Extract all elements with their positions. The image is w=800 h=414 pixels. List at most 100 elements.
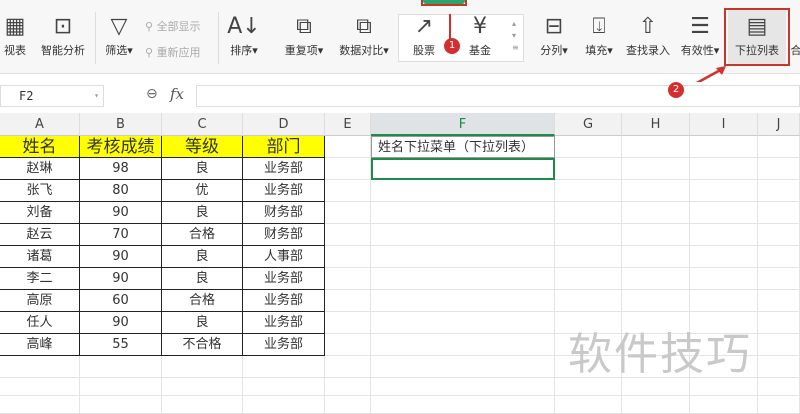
cell[interactable] (243, 356, 325, 378)
cell[interactable]: 合格 (162, 224, 243, 246)
stock-button[interactable]: ↗ 股票 (404, 12, 444, 58)
column-header-d[interactable]: D (243, 113, 325, 136)
cell[interactable] (758, 334, 800, 356)
cell[interactable]: 60 (80, 290, 162, 312)
cell[interactable]: 业务部 (243, 334, 325, 356)
split-column-button[interactable]: ⊟ 分列▾ (536, 12, 572, 58)
table-header-cell[interactable]: 部门 (243, 136, 325, 158)
cell[interactable] (555, 180, 622, 202)
cell[interactable] (555, 246, 622, 268)
cell[interactable] (325, 246, 371, 268)
cell[interactable] (758, 246, 800, 268)
cell[interactable] (758, 356, 800, 378)
cell[interactable] (622, 224, 690, 246)
cell[interactable] (325, 224, 371, 246)
cell[interactable]: 90 (80, 246, 162, 268)
cell[interactable]: 刘备 (0, 202, 80, 224)
cell[interactable]: 90 (80, 268, 162, 290)
cell[interactable] (371, 180, 555, 202)
column-header-g[interactable]: G (555, 113, 622, 136)
cell[interactable]: 财务部 (243, 224, 325, 246)
cell[interactable] (80, 378, 162, 396)
f1-title-cell[interactable]: 姓名下拉菜单（下拉列表） (371, 136, 555, 158)
cell[interactable] (325, 396, 371, 414)
cell[interactable]: 高原 (0, 290, 80, 312)
cell[interactable] (758, 290, 800, 312)
table-header-cell[interactable]: 考核成绩 (80, 136, 162, 158)
cell[interactable] (622, 396, 690, 414)
cell[interactable] (690, 180, 758, 202)
cell[interactable] (371, 312, 555, 334)
cell[interactable] (371, 224, 555, 246)
cell[interactable] (371, 268, 555, 290)
cell[interactable] (622, 268, 690, 290)
cell[interactable]: 不合格 (162, 334, 243, 356)
cell[interactable]: 任人 (0, 312, 80, 334)
cell[interactable] (80, 356, 162, 378)
column-header-j[interactable]: J (758, 113, 800, 136)
fill-button[interactable]: ⍗ 填充▾ (580, 12, 618, 58)
cell[interactable] (555, 290, 622, 312)
column-header-i[interactable]: I (690, 113, 758, 136)
cell[interactable] (325, 268, 371, 290)
cell[interactable] (325, 378, 371, 396)
cell[interactable] (325, 180, 371, 202)
cell[interactable] (622, 202, 690, 224)
pivot-table-button[interactable]: ▦ 视表 (0, 12, 30, 58)
cell[interactable] (758, 202, 800, 224)
cell[interactable]: 业务部 (243, 290, 325, 312)
cell[interactable] (690, 136, 758, 158)
cell[interactable] (325, 136, 371, 158)
zoom-icon[interactable]: ⊖ (146, 86, 158, 102)
cell[interactable]: 高峰 (0, 334, 80, 356)
cell[interactable] (622, 180, 690, 202)
cell[interactable] (80, 396, 162, 414)
column-header-f[interactable]: F (371, 113, 555, 136)
cell[interactable]: 90 (80, 202, 162, 224)
name-box[interactable]: F2 ▾ (0, 85, 104, 107)
cell[interactable] (555, 158, 622, 180)
cell[interactable] (162, 378, 243, 396)
cell[interactable] (371, 356, 555, 378)
cell[interactable] (371, 334, 555, 356)
gallery-scroll[interactable]: ▴ ▾ ≡ (512, 18, 519, 54)
cell[interactable]: 98 (80, 158, 162, 180)
cell[interactable]: 业务部 (243, 312, 325, 334)
cell[interactable] (690, 224, 758, 246)
cell[interactable]: 张飞 (0, 180, 80, 202)
cell[interactable]: 80 (80, 180, 162, 202)
cell[interactable] (758, 180, 800, 202)
cell[interactable] (690, 268, 758, 290)
filter-button[interactable]: ▽ 筛选▾ (100, 12, 138, 58)
lookup-entry-button[interactable]: ⇧ 查找录入 (622, 12, 674, 58)
more-button[interactable]: 合 (790, 12, 800, 58)
cell[interactable] (243, 378, 325, 396)
cell[interactable] (758, 396, 800, 414)
smart-analysis-button[interactable]: ⊡ 智能分析 (34, 12, 92, 58)
cell[interactable]: 良 (162, 246, 243, 268)
cell[interactable] (371, 290, 555, 312)
column-header-a[interactable]: A (0, 113, 80, 136)
cell[interactable] (690, 246, 758, 268)
cell[interactable] (555, 268, 622, 290)
cell[interactable]: 70 (80, 224, 162, 246)
cell[interactable] (325, 312, 371, 334)
cell[interactable]: 良 (162, 268, 243, 290)
cell[interactable] (0, 378, 80, 396)
cell[interactable] (555, 224, 622, 246)
cell[interactable]: 良 (162, 312, 243, 334)
cell[interactable] (243, 396, 325, 414)
cell[interactable] (371, 396, 555, 414)
cell[interactable]: 合格 (162, 290, 243, 312)
cell[interactable]: 赵云 (0, 224, 80, 246)
cell[interactable]: 55 (80, 334, 162, 356)
cell[interactable]: 业务部 (243, 268, 325, 290)
data-compare-button[interactable]: ⧉ 数据对比▾ (334, 12, 394, 58)
cell[interactable]: 良 (162, 158, 243, 180)
cell[interactable] (162, 356, 243, 378)
cell[interactable] (0, 356, 80, 378)
cell[interactable]: 良 (162, 202, 243, 224)
cell[interactable] (690, 396, 758, 414)
cell[interactable] (0, 396, 80, 414)
cell[interactable]: 李二 (0, 268, 80, 290)
